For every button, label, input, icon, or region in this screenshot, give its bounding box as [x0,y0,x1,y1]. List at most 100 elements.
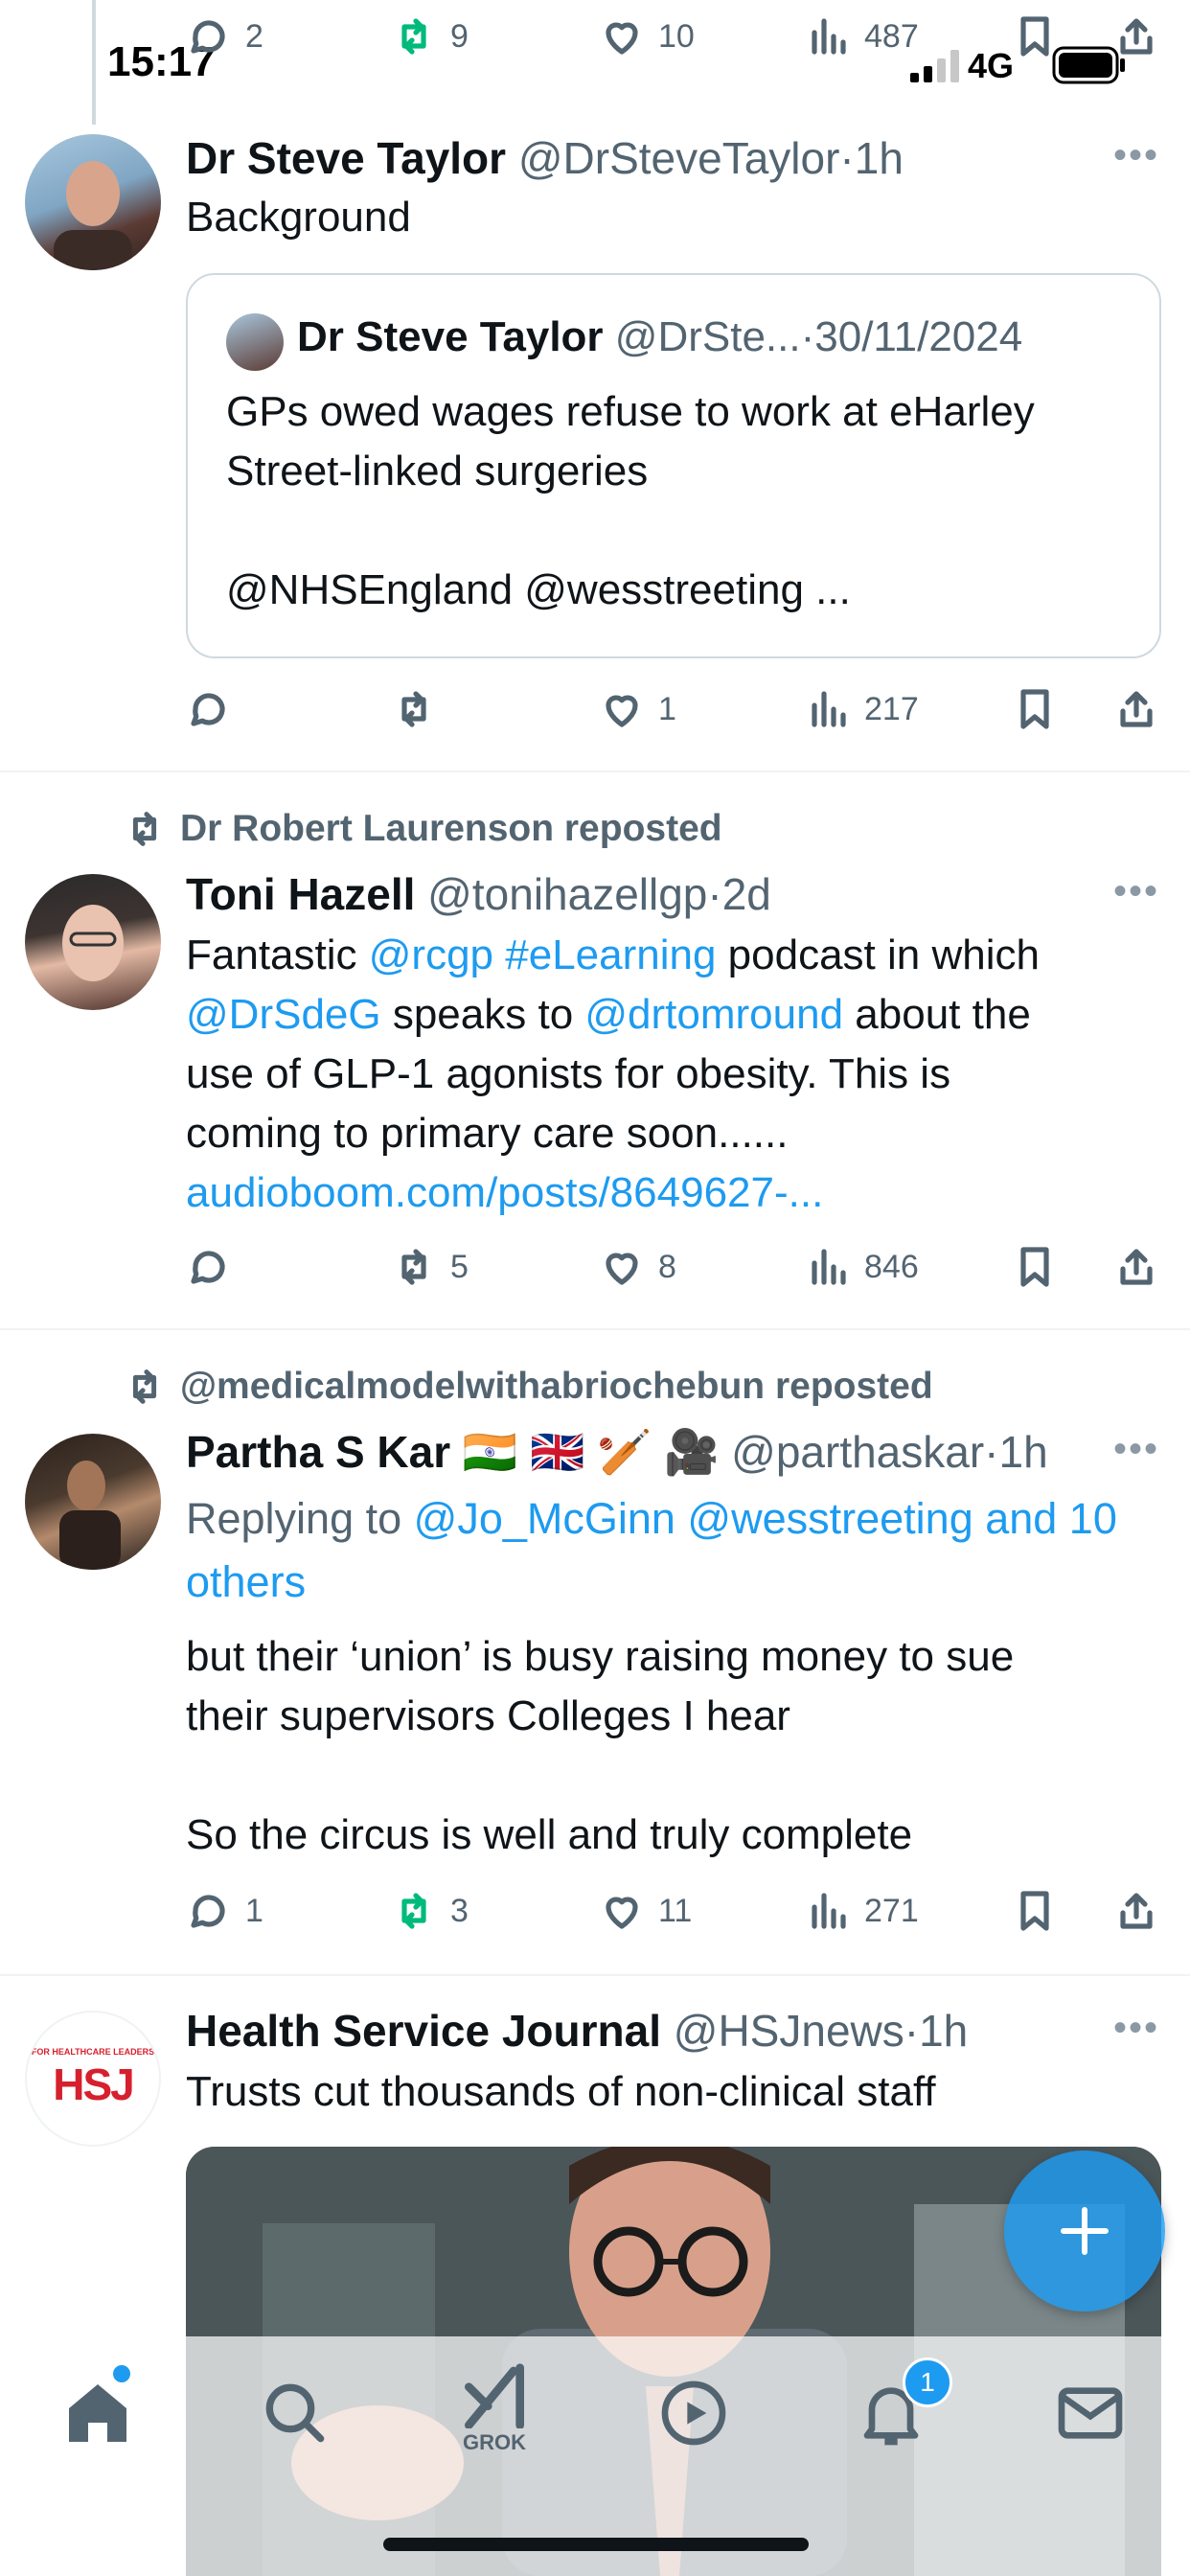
reposted-by-text: @medicalmodelwithabriochebun reposted [180,1366,933,1407]
handle[interactable]: @DrSteveTaylor [518,133,840,183]
tweet-text: Background [186,194,411,241]
quote-tweet-card[interactable]: Dr Steve Taylor @DrSte...·30/11/2024 GPs… [186,273,1161,658]
repost-icon [391,686,437,732]
share-button[interactable] [1113,13,1159,59]
quote-line-3: @NHSEngland @wesstreeting ... [226,566,851,613]
nav-video[interactable] [655,2375,732,2451]
nav-messages[interactable] [1052,2375,1129,2451]
avatar-dr-steve-taylor[interactable] [25,134,161,270]
views-icon [805,1888,851,1934]
tweet-divider [0,770,1190,772]
timestamp[interactable]: 2d [722,869,771,919]
timestamp[interactable]: 1h [919,2006,968,2056]
compose-button[interactable] [1004,2150,1165,2312]
more-options-button[interactable]: ••• [1113,134,1159,177]
repost-icon [123,1365,167,1409]
like-button[interactable]: 1 [599,686,676,732]
handle[interactable]: @HSJnews [674,2006,904,2056]
repost-button[interactable]: 3 [391,1888,469,1934]
repost-button[interactable]: 9 [391,13,469,59]
reply-button[interactable]: 2 [186,13,263,59]
like-button[interactable]: 8 [599,1244,676,1290]
replying-to-others-link[interactable]: others [186,1551,1117,1614]
like-button[interactable]: 10 [599,13,695,59]
reply-icon [186,686,232,732]
views-icon [805,686,851,732]
avatar-partha-s-kar[interactable] [25,1434,161,1570]
tweet-divider [0,1328,1190,1330]
more-options-button[interactable]: ••• [1113,1428,1159,1471]
tweet-4-header: Health Service Journal @HSJnews·1h [186,2006,969,2056]
timestamp[interactable]: 1h [855,133,904,183]
mention-link[interactable]: @rcgp [369,932,493,978]
bookmark-button[interactable] [1012,1244,1058,1290]
quote-handle: @DrSte... [614,313,801,360]
handle[interactable]: @tonihazellgp [427,869,707,919]
external-link[interactable]: audioboom.com/posts/8649627-... [186,1163,1040,1223]
timestamp[interactable]: 1h [999,1427,1048,1477]
bookmark-icon [1012,686,1058,732]
more-options-button[interactable]: ••• [1113,870,1159,913]
reply-icon [186,1244,232,1290]
reply-count: 1 [245,1892,263,1929]
home-indicator [383,2538,809,2551]
views-button[interactable]: 217 [805,686,919,732]
share-icon [1113,1244,1159,1290]
replying-to: Replying to @Jo_McGinn @wesstreeting and… [186,1487,1117,1614]
tweet-3-header: Partha S Kar 🇮🇳 🇬🇧 🏏 🎥 @parthaskar·1h [186,1427,1048,1477]
bookmark-button[interactable] [1012,1888,1058,1934]
avatar-toni-hazell[interactable] [25,874,161,1010]
notification-badge: 1 [903,2358,952,2407]
nav-grok[interactable]: GROK [456,2361,533,2467]
reply-button[interactable]: 1 [186,1888,263,1934]
display-name[interactable]: Toni Hazell [186,869,415,919]
display-name[interactable]: Partha S Kar [186,1427,450,1477]
mention-link[interactable]: @DrSdeG [186,991,381,1038]
grok-label: GROK [463,2430,526,2454]
repost-button[interactable] [391,686,437,732]
quote-header: Dr Steve Taylor @DrSte...·30/11/2024 [297,313,1023,360]
repost-icon [391,13,437,59]
display-name[interactable]: Dr Steve Taylor [186,133,506,183]
bookmark-button[interactable] [1012,13,1058,59]
repost-count: 3 [450,1892,469,1929]
name-emoji: 🇮🇳 🇬🇧 🏏 🎥 [462,1427,720,1477]
handle[interactable]: @parthaskar [731,1427,984,1477]
repost-button[interactable]: 5 [391,1244,469,1290]
views-button[interactable]: 487 [805,13,919,59]
like-button[interactable]: 11 [599,1888,692,1934]
reply-button[interactable] [186,686,232,732]
reply-button[interactable] [186,1244,232,1290]
views-count: 487 [864,17,919,55]
mention-link[interactable]: @drtomround [584,991,843,1038]
bookmark-icon [1012,1888,1058,1934]
bookmark-button[interactable] [1012,686,1058,732]
hsj-logo: HSJ [53,2059,134,2109]
heart-icon [599,686,645,732]
reposted-by-line[interactable]: @medicalmodelwithabriochebun reposted [123,1365,933,1409]
reposted-by-text: Dr Robert Laurenson reposted [180,808,722,849]
search-icon [265,2383,325,2443]
play-icon [661,2380,726,2446]
hashtag-link[interactable]: #eLearning [505,932,716,978]
display-name[interactable]: Health Service Journal [186,2006,661,2056]
views-button[interactable]: 271 [805,1888,919,1934]
more-options-button[interactable]: ••• [1113,2007,1159,2050]
quote-avatar [226,313,284,371]
tweet-divider [0,1974,1190,1976]
quote-display-name: Dr Steve Taylor [297,313,604,360]
tweet-1-header: Dr Steve Taylor @DrSteveTaylor·1h [186,133,904,183]
nav-search[interactable] [257,2375,333,2451]
share-button[interactable] [1113,1888,1159,1934]
views-button[interactable]: 846 [805,1244,919,1290]
replying-to-link[interactable]: @Jo_McGinn @wesstreeting and 10 [414,1494,1117,1543]
mail-icon [1058,2387,1123,2439]
nav-home[interactable] [59,2375,136,2451]
share-button[interactable] [1113,1244,1159,1290]
avatar-hsj[interactable]: FOR HEALTHCARE LEADERS HSJ [25,2011,161,2147]
reposted-by-line[interactable]: Dr Robert Laurenson reposted [123,807,722,851]
views-icon [805,1244,851,1290]
quote-date: 30/11/2024 [814,313,1023,360]
tweet-text: Trusts cut thousands of non-clinical sta… [186,2068,936,2115]
share-button[interactable] [1113,686,1159,732]
